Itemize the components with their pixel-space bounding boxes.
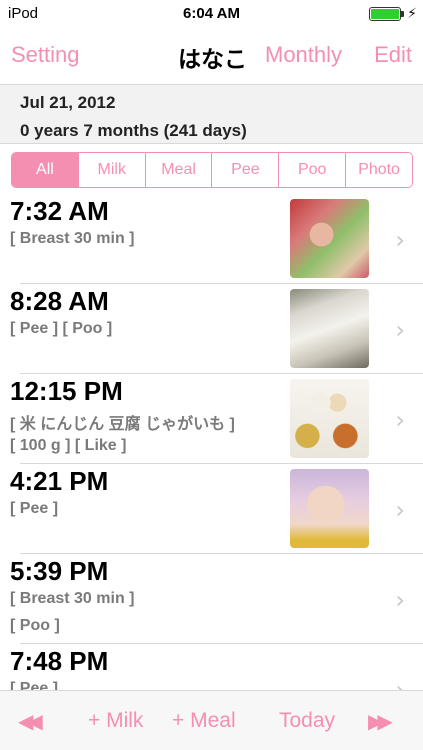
add-meal-button[interactable]: + Meal [172, 709, 236, 733]
entry-row[interactable]: 7:32 AM [ Breast 30 min ] › [0, 194, 423, 284]
today-button[interactable]: Today [279, 709, 335, 733]
entry-time: 7:32 AM [10, 196, 109, 226]
edit-button[interactable]: Edit [374, 42, 412, 68]
charging-icon: ⚡ [407, 5, 417, 21]
setting-button[interactable]: Setting [11, 42, 80, 68]
navigation-bar: Setting はなこ Monthly Edit [0, 28, 423, 84]
entry-row[interactable]: 4:21 PM [ Pee ] › [0, 464, 423, 554]
entry-detail: [ Breast 30 min ] [10, 590, 135, 607]
filter-photo[interactable]: Photo [345, 153, 412, 187]
battery-icon [369, 7, 401, 21]
date-header: Jul 21, 2012 0 years 7 months (241 days) [0, 84, 423, 144]
entry-detail: [ Breast 30 min ] [10, 230, 135, 247]
status-bar: iPod 6:04 AM ⚡ [0, 0, 423, 28]
entry-photo-thumbnail [290, 469, 369, 548]
filter-all[interactable]: All [12, 153, 78, 187]
child-name-title: はなこ [178, 47, 247, 73]
chevron-right-icon: › [395, 406, 405, 434]
chevron-right-icon: › [395, 226, 405, 254]
chevron-right-icon: › [395, 316, 405, 344]
entry-photo-thumbnail [290, 199, 369, 278]
entry-time: 12:15 PM [10, 376, 123, 406]
entry-time: 7:48 PM [10, 646, 109, 676]
entry-detail: [ Pee ] [10, 680, 59, 690]
entry-time: 8:28 AM [10, 286, 109, 316]
battery-tip [401, 11, 404, 17]
age-label: 0 years 7 months (241 days) [20, 121, 247, 140]
filter-poo[interactable]: Poo [278, 153, 346, 187]
filter-segmented-control: All Milk Meal Pee Poo Photo [11, 152, 413, 188]
entry-row[interactable]: 8:28 AM [ Pee ] [ Poo ] › [0, 284, 423, 374]
add-milk-button[interactable]: + Milk [88, 709, 143, 733]
entry-photo-thumbnail [290, 289, 369, 368]
entry-time: 4:21 PM [10, 466, 109, 496]
filter-meal[interactable]: Meal [144, 153, 212, 187]
entry-detail: [ Pee ] [ Poo ] [10, 320, 113, 337]
entry-detail-secondary: [ Poo ] [10, 617, 60, 634]
filter-milk[interactable]: Milk [77, 153, 145, 187]
entry-time: 5:39 PM [10, 556, 109, 586]
bottom-toolbar: ◀◀ + Milk + Meal Today ▶▶ [0, 690, 423, 750]
clock-label: 6:04 AM [183, 5, 240, 22]
entry-row[interactable]: 7:48 PM [ Pee ] › [0, 644, 423, 690]
chevron-right-icon: › [395, 676, 405, 690]
chevron-right-icon: › [395, 496, 405, 524]
next-day-button[interactable]: ▶▶ [368, 709, 393, 734]
entry-photo-thumbnail [290, 379, 369, 458]
entry-row[interactable]: 5:39 PM [ Breast 30 min ] [ Poo ] › [0, 554, 423, 644]
entry-detail: [ 米 にんじん 豆腐 じゃがいも ] [10, 416, 235, 433]
chevron-right-icon: › [395, 586, 405, 614]
entry-list: 7:32 AM [ Breast 30 min ] › 8:28 AM [ Pe… [0, 194, 423, 690]
entry-row[interactable]: 12:15 PM [ 米 にんじん 豆腐 じゃがいも ] [ 100 g ] [… [0, 374, 423, 464]
filter-pee[interactable]: Pee [211, 153, 279, 187]
entry-detail-secondary: [ 100 g ] [ Like ] [10, 437, 127, 454]
date-label: Jul 21, 2012 [20, 93, 116, 112]
entry-detail: [ Pee ] [10, 500, 59, 517]
monthly-button[interactable]: Monthly [265, 42, 342, 68]
previous-day-button[interactable]: ◀◀ [18, 709, 43, 734]
